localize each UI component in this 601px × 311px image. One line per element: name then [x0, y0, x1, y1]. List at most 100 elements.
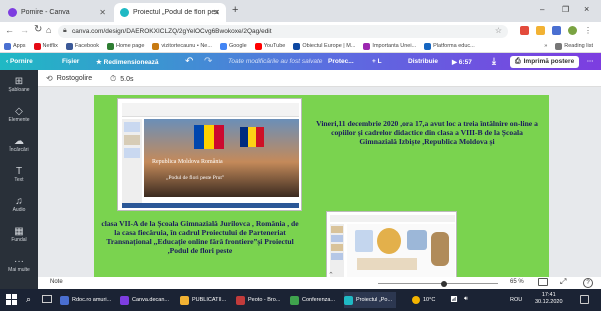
fullscreen-icon[interactable]: ⤢ — [560, 277, 566, 287]
timing-button[interactable]: ⏱ 5.0s — [110, 74, 133, 84]
zoom-slider-handle[interactable] — [441, 280, 447, 287]
url-text: canva.com/design/DAEROKXICLZQ/2gYelOCvg6… — [72, 28, 272, 35]
zoom-level[interactable]: 65 % — [510, 279, 524, 285]
panel-item-label: Fundal — [11, 237, 27, 243]
tab-proiectul[interactable]: Proiectul „Podul de flori peste Prut ✕ — [114, 3, 226, 22]
slide-photo-secondary[interactable] — [326, 211, 457, 277]
app-icon — [290, 295, 299, 305]
taskbar-item-label: Peoto - Bro... — [248, 297, 281, 303]
home-icon[interactable]: ⌂ — [46, 25, 51, 35]
bookmark-item[interactable]: Google — [219, 42, 247, 50]
taskbar-item-active[interactable]: Proiectul „Po... — [344, 292, 397, 308]
forward-arrow-icon[interactable]: → — [20, 25, 29, 35]
reading-list-label: Reading list — [564, 43, 593, 49]
bookmark-apps[interactable]: Apps — [4, 42, 26, 50]
file-menu[interactable]: Fișier — [62, 53, 79, 70]
bookmark-item[interactable]: Facebook — [65, 42, 99, 50]
taskbar-item[interactable]: Peoto - Bro... — [236, 292, 280, 308]
bookmark-item[interactable]: YouTube — [254, 42, 286, 50]
more-options-icon[interactable]: ··· — [587, 53, 594, 70]
menu-dots-icon[interactable]: ⋮ — [584, 26, 592, 35]
notes-button[interactable]: Note — [50, 279, 63, 285]
slide-thumbnails — [330, 224, 344, 277]
reload-icon[interactable]: ↻ — [34, 24, 42, 35]
taskbar-item[interactable]: Canva.decan... — [120, 292, 169, 308]
search-icon[interactable]: ⌕ — [26, 294, 31, 305]
page-text-right[interactable]: Vineri,11 decembrie 2020 ,ora 17,a avut … — [312, 119, 542, 146]
print-posters-button[interactable]: ⎙ Imprimă postere — [510, 55, 580, 68]
present-button[interactable]: ▶ 6:57 — [452, 53, 472, 70]
windows-start-icon[interactable] — [6, 294, 17, 305]
panel-item-label: Încărcări — [9, 147, 29, 153]
bookmarks-more-button[interactable]: » — [544, 43, 547, 49]
flip-button[interactable]: ⟲ Rostogolire — [46, 74, 92, 83]
zoom-slider[interactable] — [378, 280, 498, 287]
back-arrow-icon[interactable]: ← — [5, 25, 14, 35]
panel-item-uploads[interactable]: ☁ Încărcări — [0, 136, 38, 153]
bookmark-star-icon[interactable]: ☆ — [495, 26, 502, 35]
weather-temperature[interactable]: 10°C — [423, 297, 435, 303]
address-bar-row: ← → ↻ ⌂ 🔒︎ canva.com/design/DAEROKXICLZQ… — [0, 22, 601, 40]
tray-volume-icon[interactable]: 🔊︎ — [464, 296, 468, 303]
bookmark-item[interactable]: Netflix — [33, 42, 58, 50]
taskbar-item-label: Canva.decan... — [132, 297, 169, 303]
bookmark-item[interactable]: Obiectul Europe | M... — [293, 42, 355, 50]
input-language[interactable]: ROU — [510, 297, 522, 303]
grid-view-icon[interactable] — [538, 278, 548, 286]
facebook-icon — [65, 42, 73, 50]
home-back-button[interactable]: ‹ Pornire — [6, 53, 33, 70]
page-text-left[interactable]: clasa VII-A de la Școala Gimnazială Juri… — [100, 219, 300, 255]
tray-network-icon[interactable]: 📶︎ — [450, 296, 458, 303]
slide-photo-main[interactable]: Republica Moldova România „Podul de flor… — [117, 98, 302, 211]
weather-sun-icon[interactable] — [412, 296, 420, 304]
panel-item-templates[interactable]: ⊞ Șabloane — [0, 76, 38, 93]
resize-button[interactable]: ★ Redimensionează — [96, 53, 159, 70]
panel-item-background[interactable]: ▦ Fundal — [0, 226, 38, 243]
taskbar-item[interactable]: PUBLICATII... — [180, 292, 226, 308]
maximize-button[interactable]: ❐ — [562, 5, 569, 14]
tab-label: Pomire - Canva — [21, 9, 70, 16]
extension-icon[interactable] — [552, 26, 561, 35]
bookmark-label: Platforma educ... — [433, 43, 475, 49]
reading-list-button[interactable]: Reading list — [555, 42, 593, 50]
tab-pornire[interactable]: Pomire - Canva ✕ — [2, 3, 112, 22]
share-button[interactable]: Distribuie — [408, 53, 438, 70]
panel-item-more[interactable]: ··· Mai multe — [0, 256, 38, 273]
redo-icon[interactable]: ↷ — [204, 53, 212, 70]
bookmark-label: Google — [228, 43, 247, 49]
extension-icon[interactable] — [536, 26, 545, 35]
clock[interactable]: 17:41 30.12.2020 — [535, 292, 563, 306]
task-view-icon[interactable] — [42, 295, 52, 303]
design-title[interactable]: Protec... — [328, 53, 354, 70]
minimize-button[interactable]: – — [540, 5, 544, 14]
panel-item-text[interactable]: T Text — [0, 166, 38, 183]
new-tab-button[interactable]: + — [232, 4, 238, 16]
taskbar-item[interactable]: Rdoc.ro amuri... — [60, 292, 111, 308]
clock-date: 30.12.2020 — [535, 299, 563, 305]
bookmark-item[interactable]: Home page — [106, 42, 144, 50]
notifications-icon[interactable] — [580, 295, 589, 304]
help-button[interactable]: ? — [583, 278, 593, 288]
site-icon — [293, 42, 301, 50]
close-window-button[interactable]: × — [584, 4, 589, 14]
background-pattern-icon: ▦ — [14, 226, 24, 237]
download-icon[interactable]: ⤓ — [492, 53, 496, 70]
panel-item-audio[interactable]: ♫ Audio — [0, 196, 38, 213]
url-field[interactable]: 🔒︎ canva.com/design/DAEROKXICLZQ/2gYelOC… — [58, 25, 508, 38]
bookmark-item[interactable]: Importanta Unei... — [363, 42, 416, 50]
site-icon — [363, 42, 371, 50]
panel-item-elements[interactable]: ◇ Elemente — [0, 106, 38, 123]
undo-icon[interactable]: ↶ — [185, 53, 193, 70]
extension-icon[interactable] — [520, 26, 529, 35]
elements-icon: ◇ — [15, 106, 23, 117]
taskbar-item[interactable]: Conferenza... — [290, 292, 335, 308]
taskbar-item-label: Proiectul „Po... — [356, 297, 393, 303]
profile-avatar[interactable] — [568, 26, 577, 35]
bookmark-item[interactable]: vizitortecaunu • Ne... — [152, 42, 212, 50]
design-page[interactable]: Republica Moldova România „Podul de flor… — [94, 95, 549, 277]
bookmark-item[interactable]: Platforma educ... — [424, 42, 475, 50]
bookmark-label: YouTube — [263, 43, 286, 49]
close-tab-icon[interactable]: ✕ — [99, 8, 106, 17]
close-tab-icon[interactable]: ✕ — [213, 8, 220, 17]
add-collaborator-button[interactable]: + L — [372, 53, 382, 70]
